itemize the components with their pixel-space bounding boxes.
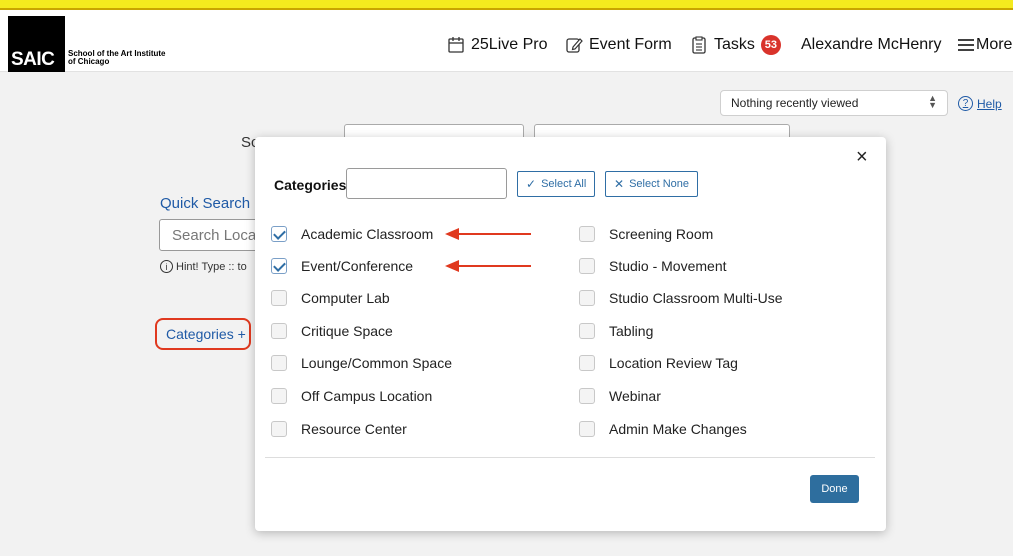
help-icon: ? <box>958 96 973 111</box>
categories-link-label: Categories + <box>166 326 246 342</box>
calendar-icon <box>448 37 464 53</box>
category-option-label: Resource Center <box>301 421 407 437</box>
category-checkbox[interactable] <box>579 226 595 242</box>
close-icon[interactable]: × <box>856 147 868 167</box>
category-checkbox[interactable] <box>579 258 595 274</box>
category-checkbox[interactable] <box>579 290 595 306</box>
hamburger-menu-icon <box>958 39 974 51</box>
nav-tasks[interactable]: Tasks 53 <box>690 34 781 56</box>
category-option-label: Off Campus Location <box>301 388 433 404</box>
category-checkbox[interactable] <box>271 323 287 339</box>
nav-25live-pro[interactable]: 25Live Pro <box>447 34 548 56</box>
select-all-label: Select All <box>541 178 587 190</box>
categories-filter-input[interactable] <box>346 168 507 199</box>
category-option[interactable]: Off Campus Location <box>271 386 432 406</box>
nav-event-form-label: Event Form <box>589 36 672 53</box>
nav-25live-pro-label: 25Live Pro <box>471 36 548 53</box>
category-option-label: Critique Space <box>301 323 393 339</box>
category-checkbox[interactable] <box>271 258 287 274</box>
edit-icon <box>566 38 583 53</box>
done-button[interactable]: Done <box>810 475 859 503</box>
category-checkbox[interactable] <box>579 421 595 437</box>
logo-mark: SAIC <box>11 49 55 70</box>
category-option-label: Webinar <box>609 388 661 404</box>
category-option-label: Tabling <box>609 323 654 339</box>
category-checkbox[interactable] <box>271 355 287 371</box>
category-checkbox[interactable] <box>271 226 287 242</box>
nav-tasks-label: Tasks <box>714 36 755 53</box>
category-option[interactable]: Critique Space <box>271 321 393 341</box>
select-arrows-icon: ▲ ▼ <box>928 93 937 110</box>
category-option-label: Academic Classroom <box>301 226 434 242</box>
logo-line-2: of Chicago <box>68 57 110 66</box>
category-option[interactable]: Lounge/Common Space <box>271 353 452 373</box>
tasks-count-badge: 53 <box>760 35 781 55</box>
category-option[interactable]: Computer Lab <box>271 288 390 308</box>
app-header: SAIC School of the Art Institute of Chic… <box>0 10 1013 72</box>
category-checkbox[interactable] <box>579 323 595 339</box>
nav-user[interactable]: Alexandre McHenry <box>801 34 942 56</box>
x-icon: ✕ <box>614 177 625 191</box>
category-checkbox[interactable] <box>271 388 287 404</box>
category-option-label: Event/Conference <box>301 258 414 274</box>
nav-more-label: More <box>976 36 1013 53</box>
category-option[interactable]: Webinar <box>579 386 661 406</box>
help-link[interactable]: ? Help <box>958 96 1002 111</box>
category-option-label: Studio - Movement <box>609 258 727 274</box>
category-option[interactable]: Academic Classroom <box>271 224 433 244</box>
checkmark-icon: ✓ <box>526 177 537 191</box>
categories-filter-label: Categories <box>274 177 347 193</box>
search-hint-text: Hint! Type :: to <box>176 260 247 273</box>
category-option[interactable]: Location Review Tag <box>579 353 738 373</box>
category-option[interactable]: Event/Conference <box>271 256 413 276</box>
annotation-arrow-icon <box>445 228 531 240</box>
category-option[interactable]: Studio Classroom Multi-Use <box>579 288 783 308</box>
clipboard-icon <box>692 36 706 54</box>
search-hint: i Hint! Type :: to <box>160 260 247 273</box>
user-name: Alexandre McHenry <box>801 36 942 53</box>
saic-logo[interactable]: SAIC <box>8 16 65 72</box>
category-option-label: Screening Room <box>609 226 714 242</box>
logo-text: School of the Art Institute of Chicago <box>68 50 165 66</box>
category-checkbox[interactable] <box>271 421 287 437</box>
select-none-label: Select None <box>629 178 689 190</box>
recently-viewed-select[interactable]: Nothing recently viewed ▲ ▼ <box>720 90 948 116</box>
category-option-label: Lounge/Common Space <box>301 355 452 371</box>
nav-event-form[interactable]: Event Form <box>565 34 672 56</box>
help-label: Help <box>977 96 1002 111</box>
category-checkbox[interactable] <box>271 290 287 306</box>
category-option-label: Location Review Tag <box>609 355 738 371</box>
annotation-arrow-icon <box>445 260 531 272</box>
category-option-label: Studio Classroom Multi-Use <box>609 290 783 306</box>
categories-toggle-link[interactable]: Categories + <box>155 318 251 350</box>
category-option[interactable]: Screening Room <box>579 224 713 244</box>
recently-viewed-value: Nothing recently viewed <box>731 96 859 110</box>
category-checkbox[interactable] <box>579 388 595 404</box>
nav-more[interactable]: More <box>957 34 1012 56</box>
category-option[interactable]: Admin Make Changes <box>579 419 747 439</box>
info-icon: i <box>160 260 173 273</box>
quick-search-label: Quick Search <box>160 195 251 212</box>
category-option[interactable]: Tabling <box>579 321 653 341</box>
top-stripe <box>0 0 1013 10</box>
category-checkbox[interactable] <box>579 355 595 371</box>
category-option-label: Admin Make Changes <box>609 421 747 437</box>
category-option-label: Computer Lab <box>301 290 390 306</box>
categories-modal: × Categories ✓ Select All ✕ Select None … <box>255 137 886 531</box>
modal-divider <box>265 457 875 458</box>
select-all-button[interactable]: ✓ Select All <box>517 171 596 197</box>
select-none-button[interactable]: ✕ Select None <box>605 171 698 197</box>
category-option[interactable]: Studio - Movement <box>579 256 727 276</box>
category-option[interactable]: Resource Center <box>271 419 407 439</box>
